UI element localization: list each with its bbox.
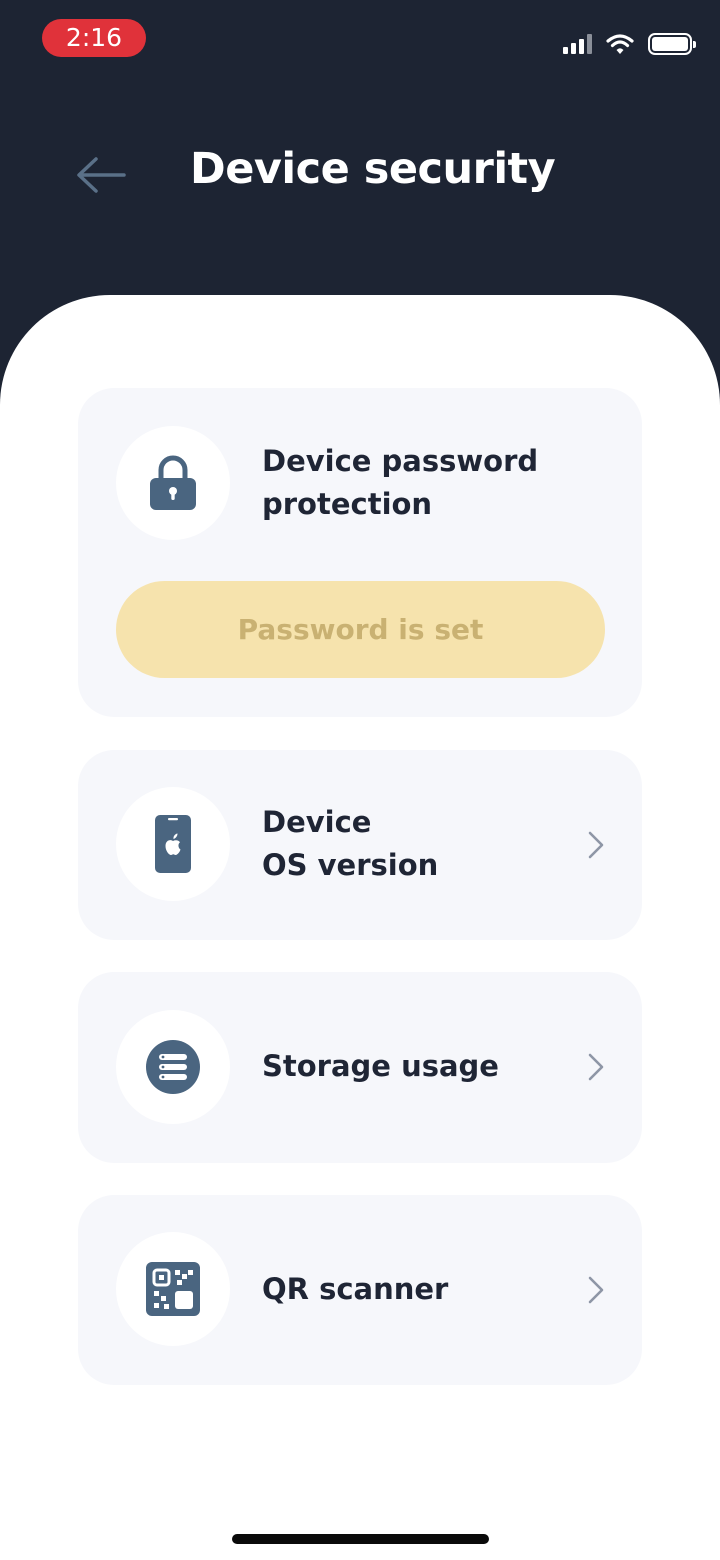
password-card: Device password protection Password is s… — [78, 388, 642, 717]
chevron-right-icon — [588, 1053, 604, 1081]
qr-icon-circle — [116, 1232, 230, 1346]
phone-apple-icon — [155, 815, 191, 873]
password-label-line1: Device password — [262, 444, 539, 478]
os-label-line2: OS version — [262, 848, 439, 882]
arrow-left-icon — [77, 157, 126, 193]
chevron-right-icon — [588, 1276, 604, 1304]
status-bar: 2:16 — [0, 0, 720, 80]
os-icon-circle — [116, 787, 230, 901]
os-version-card[interactable]: Device OS version — [78, 750, 642, 940]
qr-scanner-card[interactable]: QR scanner — [78, 1195, 642, 1385]
signal-icon — [563, 34, 592, 54]
chevron-right-icon — [588, 831, 604, 859]
qr-code-icon — [146, 1262, 200, 1316]
page-title: Device security — [190, 144, 556, 194]
storage-icon-circle — [116, 1010, 230, 1124]
lock-icon — [150, 455, 196, 510]
password-status-button[interactable]: Password is set — [116, 581, 605, 678]
wifi-icon — [606, 34, 634, 54]
password-icon-circle — [116, 426, 230, 540]
content-sheet: Device password protection Password is s… — [0, 295, 720, 1560]
storage-icon — [146, 1040, 200, 1094]
os-card-label: Device OS version — [262, 801, 438, 887]
os-label-line1: Device — [262, 805, 372, 839]
password-label-line2: protection — [262, 487, 433, 521]
qr-card-label: QR scanner — [262, 1272, 449, 1306]
home-indicator[interactable] — [232, 1534, 489, 1544]
storage-card-label: Storage usage — [262, 1049, 499, 1083]
storage-card[interactable]: Storage usage — [78, 972, 642, 1163]
password-card-label: Device password protection — [262, 440, 538, 526]
battery-icon — [648, 33, 696, 55]
status-icons — [563, 31, 696, 57]
back-button[interactable] — [72, 150, 132, 200]
status-time: 2:16 — [42, 19, 146, 57]
